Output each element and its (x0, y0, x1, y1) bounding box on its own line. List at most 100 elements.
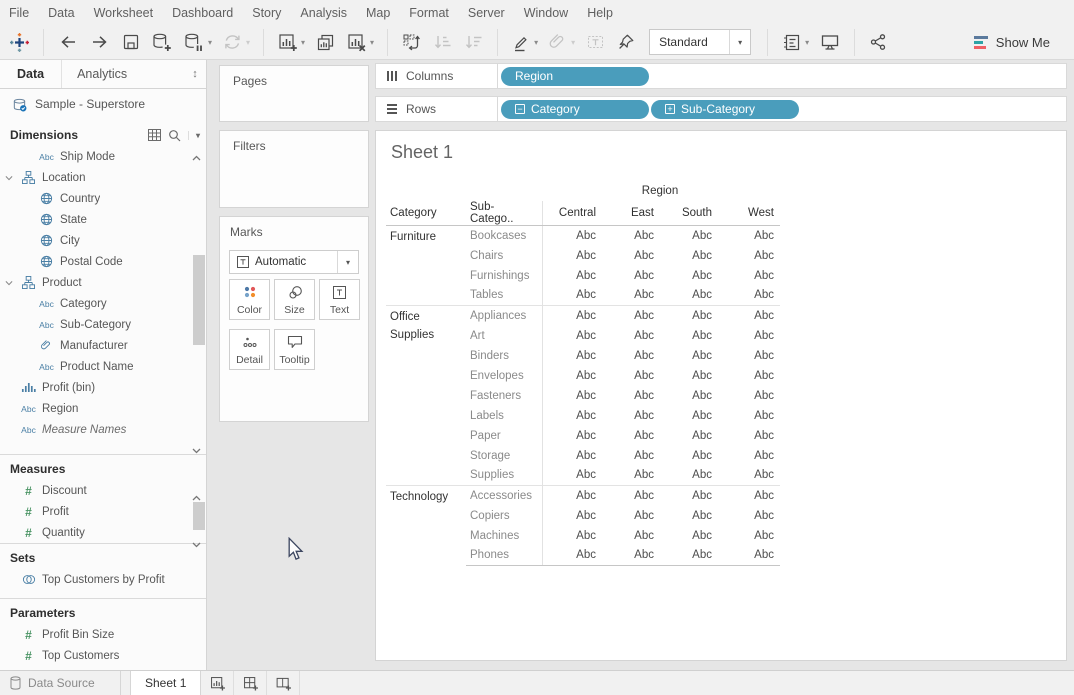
pages-shelf[interactable]: Pages (219, 65, 369, 122)
category-row-header[interactable]: Technology (386, 486, 466, 566)
field-measure-names[interactable]: AbcMeasure Names (0, 419, 206, 440)
subcategory-row-header[interactable]: Machines (466, 526, 542, 546)
table-cell[interactable]: Abc (542, 226, 602, 246)
table-cell[interactable]: Abc (718, 346, 780, 366)
field-product[interactable]: Product (0, 272, 206, 293)
plus-icon[interactable]: + (665, 104, 675, 114)
table-cell[interactable]: Abc (718, 266, 780, 286)
table-cell[interactable]: Abc (542, 286, 602, 306)
menu-item-file[interactable]: File (9, 6, 29, 20)
table-cell[interactable]: Abc (542, 486, 602, 506)
table-cell[interactable]: Abc (718, 326, 780, 346)
subcategory-row-header[interactable]: Bookcases (466, 226, 542, 246)
swap-rows-and-columns-button[interactable] (401, 32, 422, 52)
new-worksheet-button[interactable]: ▾ (277, 32, 305, 53)
new-data-source-button[interactable] (151, 32, 173, 53)
table-cell[interactable]: Abc (718, 546, 780, 566)
pill-sub-category[interactable]: +Sub-Category (651, 100, 799, 119)
field-state[interactable]: State (0, 209, 206, 230)
sheet-tab-sheet1[interactable]: Sheet 1 (130, 671, 201, 695)
save-button[interactable] (121, 32, 141, 52)
rows-pill-area[interactable]: −Category+Sub-Category (498, 96, 1067, 122)
table-cell[interactable]: Abc (718, 306, 780, 326)
minus-icon[interactable]: − (515, 104, 525, 114)
field-profit-bin[interactable]: Profit (bin) (0, 377, 206, 398)
table-cell[interactable]: Abc (660, 266, 718, 286)
table-cell[interactable]: Abc (542, 326, 602, 346)
menu-item-data[interactable]: Data (48, 6, 74, 20)
table-cell[interactable]: Abc (660, 406, 718, 426)
new-worksheet-button[interactable] (201, 671, 234, 695)
region-header[interactable]: Region (542, 181, 780, 201)
field-manufacturer[interactable]: Manufacturer (0, 335, 206, 356)
table-cell[interactable]: Abc (602, 286, 660, 306)
subcategory-row-header[interactable]: Binders (466, 346, 542, 366)
measures-scrollbar[interactable] (193, 502, 205, 530)
region-column-header[interactable]: Central (542, 201, 602, 226)
view-data-icon[interactable] (148, 129, 161, 141)
table-cell[interactable]: Abc (718, 386, 780, 406)
table-cell[interactable]: Abc (602, 326, 660, 346)
category-row-header[interactable]: Office Supplies (386, 306, 466, 486)
chevron-down-icon[interactable]: ▾ (337, 251, 358, 273)
menu-item-help[interactable]: Help (587, 6, 613, 20)
table-cell[interactable]: Abc (660, 386, 718, 406)
field-product-name[interactable]: AbcProduct Name (0, 356, 206, 377)
table-cell[interactable]: Abc (718, 526, 780, 546)
table-cell[interactable]: Abc (602, 446, 660, 466)
table-cell[interactable]: Abc (660, 326, 718, 346)
region-column-header[interactable]: East (602, 201, 660, 226)
table-cell[interactable]: Abc (602, 246, 660, 266)
new-dashboard-button[interactable] (234, 671, 267, 695)
table-cell[interactable]: Abc (602, 526, 660, 546)
table-cell[interactable]: Abc (542, 386, 602, 406)
table-cell[interactable]: Abc (602, 386, 660, 406)
fix-axes-button[interactable] (616, 32, 636, 53)
subcategory-row-header[interactable]: Fasteners (466, 386, 542, 406)
scroll-up-icon[interactable] (192, 148, 201, 166)
menu-item-server[interactable]: Server (468, 6, 505, 20)
undo-button[interactable] (57, 32, 79, 52)
field-profit[interactable]: #Profit (0, 501, 206, 522)
table-cell[interactable]: Abc (660, 366, 718, 386)
table-cell[interactable]: Abc (660, 286, 718, 306)
table-cell[interactable]: Abc (602, 426, 660, 446)
pill-region[interactable]: Region (501, 67, 649, 86)
field-city[interactable]: City (0, 230, 206, 251)
table-cell[interactable]: Abc (660, 426, 718, 446)
subcategory-row-header[interactable]: Copiers (466, 506, 542, 526)
subcategory-row-header[interactable]: Appliances (466, 306, 542, 326)
run-auto-updates-button[interactable]: ▾ (222, 32, 250, 52)
table-cell[interactable]: Abc (542, 266, 602, 286)
chevron-down-icon[interactable]: ▾ (208, 38, 212, 47)
table-cell[interactable]: Abc (718, 466, 780, 486)
chevron-down-icon[interactable]: ▾ (246, 38, 250, 47)
table-cell[interactable]: Abc (718, 286, 780, 306)
table-cell[interactable]: Abc (602, 546, 660, 566)
table-cell[interactable]: Abc (660, 306, 718, 326)
table-cell[interactable]: Abc (602, 466, 660, 486)
field-ship-mode[interactable]: AbcShip Mode (0, 146, 206, 167)
table-cell[interactable]: Abc (718, 486, 780, 506)
show-mark-labels-text-button[interactable] (585, 32, 606, 52)
region-column-header[interactable]: South (660, 201, 718, 226)
collapse-icon[interactable] (5, 280, 18, 286)
table-cell[interactable]: Abc (542, 406, 602, 426)
table-cell[interactable]: Abc (718, 246, 780, 266)
table-cell[interactable]: Abc (542, 446, 602, 466)
field-country[interactable]: Country (0, 188, 206, 209)
tab-data[interactable]: Data (0, 60, 61, 88)
scroll-down-icon[interactable] (192, 441, 201, 459)
table-cell[interactable]: Abc (660, 226, 718, 246)
dimensions-menu-icon[interactable]: ▾ (188, 131, 200, 140)
chevron-down-icon[interactable]: ▾ (729, 30, 750, 54)
table-cell[interactable]: Abc (660, 486, 718, 506)
filters-shelf[interactable]: Filters (219, 130, 369, 208)
table-cell[interactable]: Abc (660, 526, 718, 546)
category-column-header[interactable]: Category (386, 201, 466, 226)
swap-panes-icon[interactable]: ↕ (184, 60, 206, 88)
table-cell[interactable]: Abc (660, 546, 718, 566)
field-sub-category[interactable]: AbcSub-Category (0, 314, 206, 335)
chevron-down-icon[interactable]: ▾ (370, 38, 374, 47)
highlight-button[interactable]: ▾ (511, 32, 538, 53)
